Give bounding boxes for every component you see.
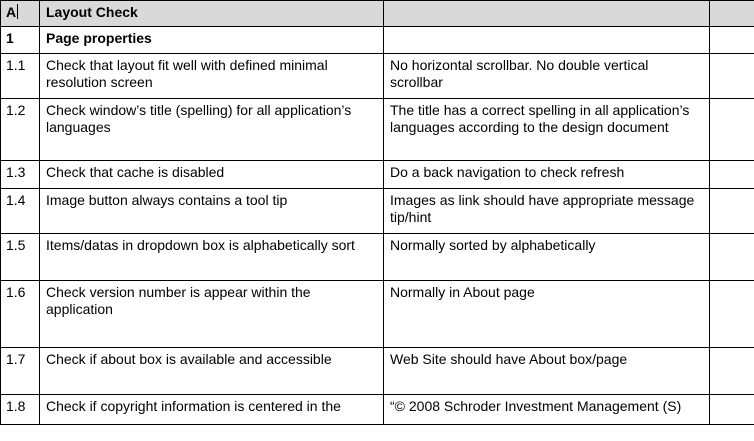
- spreadsheet: A Layout Check 1 Page properties 1.1 Che…: [0, 0, 754, 441]
- empty-cell[interactable]: [709, 188, 754, 234]
- row-check[interactable]: Items/datas in dropdown box is alphabeti…: [39, 233, 384, 281]
- row-id[interactable]: 1.6: [0, 280, 40, 348]
- row-check[interactable]: Check version number is appear within th…: [39, 280, 384, 348]
- header-empty-c[interactable]: [383, 0, 710, 27]
- text-cursor: [17, 4, 19, 19]
- section-title[interactable]: Page properties: [39, 26, 384, 54]
- layout-check-table: A Layout Check 1 Page properties 1.1 Che…: [0, 0, 754, 425]
- section-row: 1 Page properties: [0, 26, 754, 54]
- table-row: 1.7 Check if about box is available and …: [0, 347, 754, 395]
- row-expected[interactable]: Normally sorted by alphabetically: [383, 233, 710, 281]
- empty-cell[interactable]: [709, 280, 754, 348]
- empty-cell[interactable]: [709, 347, 754, 395]
- row-expected[interactable]: “© 2008 Schroder Investment Management (…: [383, 394, 710, 425]
- empty-cell[interactable]: [709, 394, 754, 425]
- empty-cell[interactable]: [709, 98, 754, 161]
- row-check[interactable]: Check window’s title (spelling) for all …: [39, 98, 384, 161]
- cell-a1-text: A: [6, 4, 17, 20]
- row-id[interactable]: 1.3: [0, 160, 40, 189]
- row-expected[interactable]: No horizontal scrollbar. No double verti…: [383, 53, 710, 99]
- row-id[interactable]: 1.1: [0, 53, 40, 99]
- table-row: 1.2 Check window’s title (spelling) for …: [0, 98, 754, 161]
- empty-cell[interactable]: [709, 160, 754, 189]
- row-check[interactable]: Check if about box is available and acce…: [39, 347, 384, 395]
- row-check[interactable]: Check that cache is disabled: [39, 160, 384, 189]
- table-row: 1.8 Check if copyright information is ce…: [0, 394, 754, 425]
- empty-cell[interactable]: [709, 26, 754, 54]
- table-row: 1.1 Check that layout fit well with defi…: [0, 53, 754, 99]
- row-id[interactable]: 1.8: [0, 394, 40, 425]
- empty-cell[interactable]: [383, 26, 710, 54]
- row-expected[interactable]: Normally in About page: [383, 280, 710, 348]
- table-row: 1.3 Check that cache is disabled Do a ba…: [0, 160, 754, 189]
- row-expected[interactable]: Do a back navigation to check refresh: [383, 160, 710, 189]
- row-check[interactable]: Image button always contains a tool tip: [39, 188, 384, 234]
- row-check[interactable]: Check if copyright information is center…: [39, 394, 384, 425]
- row-expected[interactable]: The title has a correct spelling in all …: [383, 98, 710, 161]
- row-id[interactable]: 1.5: [0, 233, 40, 281]
- row-id[interactable]: 1.2: [0, 98, 40, 161]
- row-id[interactable]: 1.4: [0, 188, 40, 234]
- table-row: 1.5 Items/datas in dropdown box is alpha…: [0, 233, 754, 281]
- table-row: 1.6 Check version number is appear withi…: [0, 280, 754, 348]
- row-expected[interactable]: Images as link should have appropriate m…: [383, 188, 710, 234]
- header-empty-d[interactable]: [709, 0, 754, 27]
- row-check[interactable]: Check that layout fit well with defined …: [39, 53, 384, 99]
- header-row: A Layout Check: [0, 0, 754, 27]
- empty-cell[interactable]: [709, 233, 754, 281]
- empty-cell[interactable]: [709, 53, 754, 99]
- section-id[interactable]: 1: [0, 26, 40, 54]
- header-layout-check[interactable]: Layout Check: [39, 0, 384, 27]
- cell-a1[interactable]: A: [0, 0, 40, 27]
- row-id[interactable]: 1.7: [0, 347, 40, 395]
- table-row: 1.4 Image button always contains a tool …: [0, 188, 754, 234]
- row-expected[interactable]: Web Site should have About box/page: [383, 347, 710, 395]
